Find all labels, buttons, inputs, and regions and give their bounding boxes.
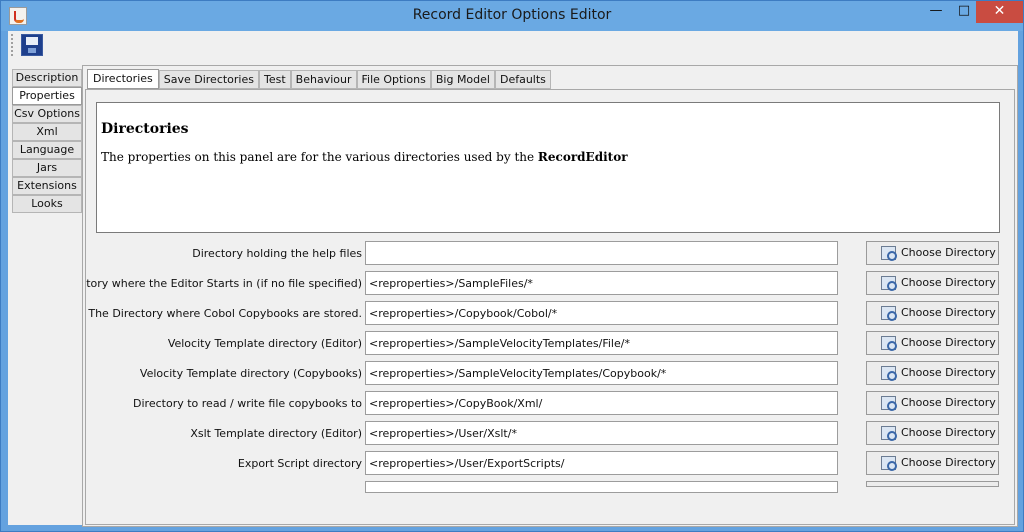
tab-defaults[interactable]: Defaults [494,70,551,89]
side-tab-properties[interactable]: Properties [12,87,82,105]
top-tab-strip: Directories Save Directories Test Behaviour… [87,69,551,89]
side-tab-csv-options[interactable]: Csv Options [12,105,82,123]
directory-row: Xslt Template directory (Editor) <reprope… [86,421,1014,447]
tab-file-options[interactable]: File Options [356,70,431,89]
side-tab-strip: Description Properties Csv Options Xml Langu… [12,69,82,213]
choose-directory-button[interactable]: Choose Directory [866,451,999,475]
client-area: Description Properties Csv Options Xml Langu… [8,31,1018,527]
directory-field[interactable]: <reproperties>/Copybook/Cobol/* [365,301,838,325]
directory-label: Velocity Template directory (Editor) [167,337,362,350]
minimize-button[interactable]: — [922,1,950,23]
directory-label: Velocity Template directory (Copybooks) [139,367,362,380]
folder-search-icon [881,246,897,261]
choose-directory-label: Choose Directory [901,276,996,289]
folder-search-icon [881,396,897,411]
choose-directory-button[interactable]: Choose Directory [866,301,999,325]
properties-panel: Directories Save Directories Test Behaviour… [82,65,1018,527]
tab-big-model[interactable]: Big Model [430,70,495,89]
side-tab-xml[interactable]: Xml [12,123,82,141]
tab-behaviour[interactable]: Behaviour [290,70,357,89]
directory-row: Export Script directory <reproperties>/Us… [86,451,1014,477]
tab-save-directories[interactable]: Save Directories [158,70,259,89]
choose-directory-label: Choose Directory [901,426,996,439]
folder-search-icon [881,276,897,291]
directory-label: Export Script directory [237,457,362,470]
folder-search-icon [881,336,897,351]
directory-field[interactable]: <reproperties>/User/ExportScripts/ [365,451,838,475]
toolbar-grip[interactable] [11,34,14,56]
directory-field[interactable]: <reproperties>/SampleVelocityTemplates/C… [365,361,838,385]
choose-directory-label: Choose Directory [901,336,996,349]
directory-field[interactable]: <reproperties>/User/Xslt/* [365,421,838,445]
title-bar[interactable]: Record Editor Options Editor — □ ✕ [1,1,1023,31]
close-button[interactable]: ✕ [976,1,1023,23]
directory-field[interactable]: <reproperties>/SampleFiles/* [365,271,838,295]
folder-search-icon [881,426,897,441]
directory-row: The Directory where Cobol Copybooks are … [86,301,1014,327]
maximize-button[interactable]: □ [950,1,978,23]
side-tab-looks[interactable]: Looks [12,195,82,213]
choose-directory-label: Choose Directory [901,366,996,379]
description-text: The properties on this panel are for the… [101,150,628,164]
choose-directory-button[interactable]: Choose Directory [866,391,999,415]
directory-field[interactable]: <reproperties>/CopyBook/Xml/ [365,391,838,415]
directory-field[interactable] [365,241,838,265]
choose-directory-button[interactable]: Choose Directory [866,331,999,355]
folder-search-icon [881,366,897,381]
directory-row: Directory holding the help files Choose D… [86,241,1014,267]
directory-row: Directory where the Editor Starts in (if… [85,271,1014,297]
choose-directory-label: Choose Directory [901,396,996,409]
app-window: Record Editor Options Editor — □ ✕ Descr… [0,0,1024,532]
description-heading: Directories [101,121,189,137]
directories-panel: Directories The properties on this panel… [85,89,1015,525]
directory-row: Velocity Template directory (Editor) <rep… [86,331,1014,357]
directory-label: Directory where the Editor Starts in (if… [85,277,362,290]
description-box: Directories The properties on this panel… [96,102,1000,233]
choose-directory-button[interactable] [866,481,999,487]
choose-directory-button[interactable]: Choose Directory [866,421,999,445]
folder-search-icon [881,306,897,321]
directory-label: Xslt Template directory (Editor) [190,427,362,440]
directory-field[interactable]: <reproperties>/SampleVelocityTemplates/F… [365,331,838,355]
directory-row: Directory to read / write file copybooks… [86,391,1014,417]
choose-directory-button[interactable]: Choose Directory [866,241,999,265]
directory-label: Directory holding the help files [192,247,362,260]
choose-directory-label: Choose Directory [901,456,996,469]
tab-test[interactable]: Test [259,70,291,89]
side-tab-description[interactable]: Description [12,69,82,87]
directory-row-partial [86,481,1014,507]
directory-label: The Directory where Cobol Copybooks are … [88,307,362,320]
choose-directory-button[interactable]: Choose Directory [866,271,999,295]
tab-directories[interactable]: Directories [87,69,159,89]
choose-directory-label: Choose Directory [901,246,996,259]
window-title: Record Editor Options Editor [412,7,612,23]
folder-search-icon [881,456,897,471]
choose-directory-button[interactable]: Choose Directory [866,361,999,385]
side-tab-jars[interactable]: Jars [12,159,82,177]
floppy-disk-icon[interactable] [21,34,43,56]
directory-row: Velocity Template directory (Copybooks) <… [86,361,1014,387]
directory-label: Directory to read / write file copybooks… [133,397,362,410]
choose-directory-label: Choose Directory [901,306,996,319]
toolbar [8,31,1018,63]
directory-field[interactable] [365,481,838,493]
side-tab-language[interactable]: Language [12,141,82,159]
side-tab-extensions[interactable]: Extensions [12,177,82,195]
